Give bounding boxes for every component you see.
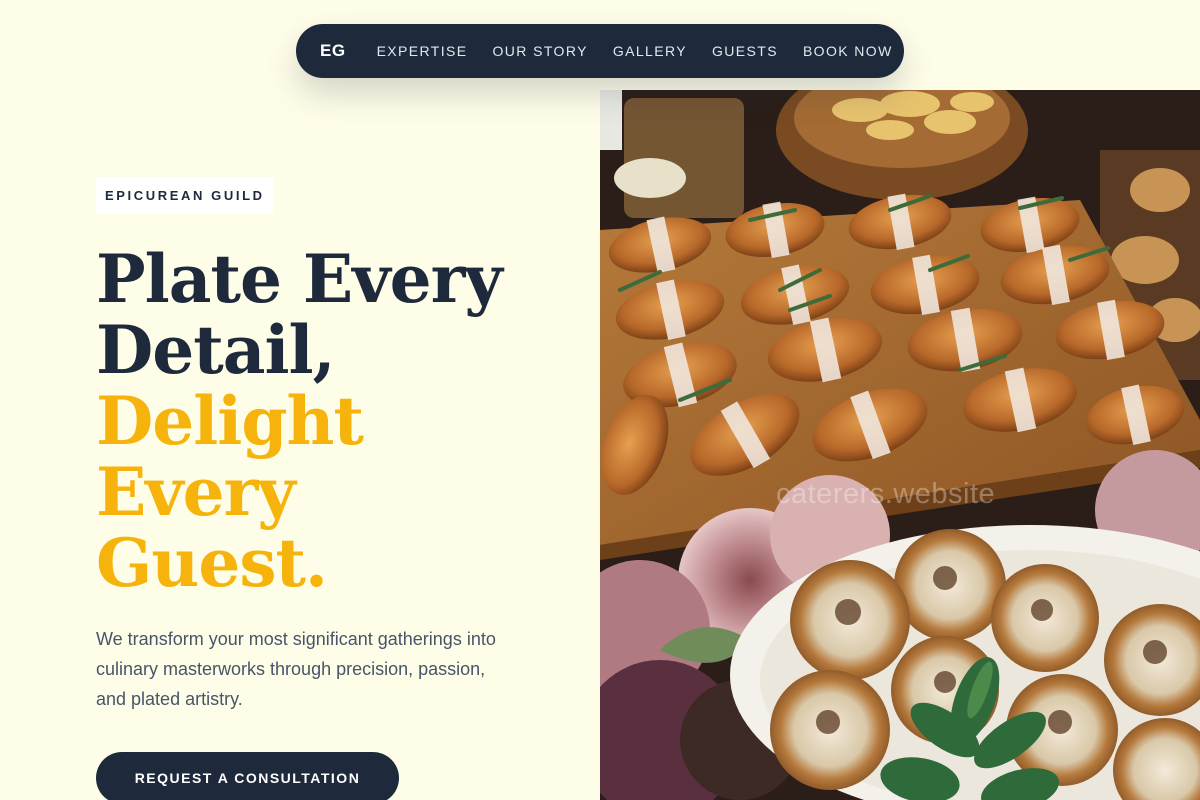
hero-headline: Plate Every Detail, Delight Every Guest.	[96, 244, 566, 599]
headline-accent-line: Every	[96, 453, 296, 531]
logo[interactable]: EG	[320, 41, 346, 61]
nav-link-book-now[interactable]: BOOK NOW	[803, 43, 893, 59]
headline-accent-line: Guest.	[96, 524, 328, 602]
headline-line: Detail,	[96, 311, 336, 389]
hero-description: We transform your most significant gathe…	[96, 629, 496, 709]
nav-link-gallery[interactable]: GALLERY	[613, 43, 687, 59]
headline-accent-line: Delight	[96, 382, 364, 460]
nav-link-expertise[interactable]: EXPERTISE	[377, 43, 468, 59]
nav-link-guests[interactable]: GUESTS	[712, 43, 778, 59]
nav-link-our-story[interactable]: OUR STORY	[493, 43, 588, 59]
request-consultation-button[interactable]: REQUEST A CONSULTATION	[96, 752, 399, 800]
eyebrow-badge: EPICUREAN GUILD	[96, 177, 274, 214]
main-nav: EG EXPERTISE OUR STORY GALLERY GUESTS BO…	[296, 24, 904, 78]
headline-line: Plate Every	[96, 240, 503, 318]
hero-food-photo	[600, 90, 1200, 800]
